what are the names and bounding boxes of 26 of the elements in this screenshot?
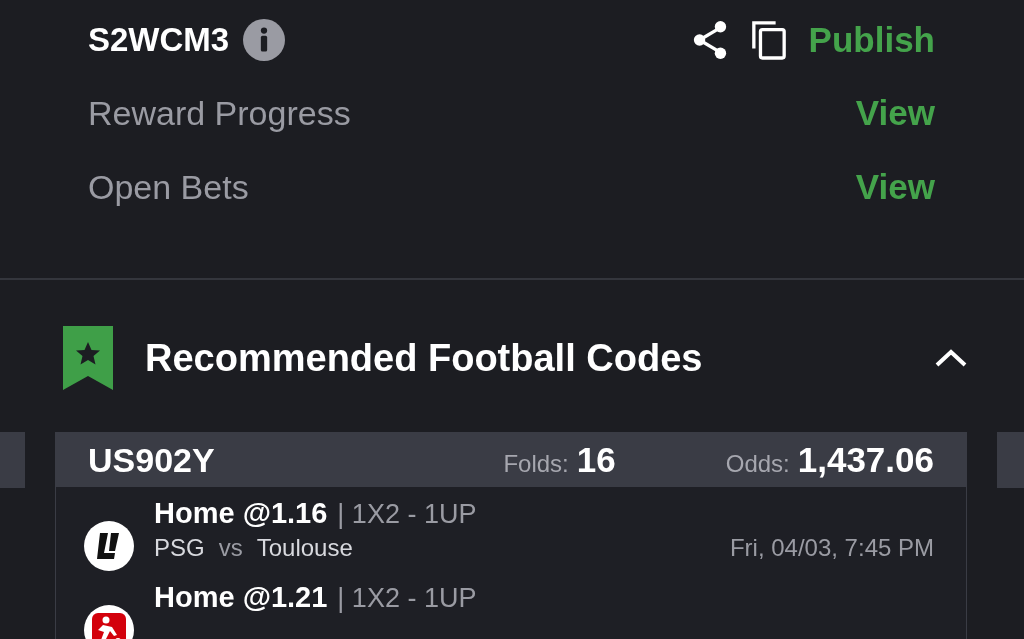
view-link[interactable]: View <box>855 93 935 133</box>
code-card[interactable]: US902Y Folds: 16 Odds: 1,437.06 Home @1.16 | 1X2 - 1UP PSG vs Toulouse Fri, 04/03, 7:45 PM Home @1.21 | 1X2 - 1UP <box>55 432 967 639</box>
match-time: Fri, 04/03, 7:45 PM <box>729 534 934 562</box>
booking-code: S2WCM3 <box>88 21 230 59</box>
chevron-icon[interactable] <box>934 348 968 368</box>
publish-button[interactable]: Publish <box>808 20 935 60</box>
folds-label: Folds: <box>503 450 569 478</box>
team-name: PSG <box>154 534 205 562</box>
copy-icon[interactable] <box>750 19 787 61</box>
market-text: | 1X2 - 1UP <box>337 583 477 614</box>
section-title: Recommended Football Codes <box>145 336 704 380</box>
folds-value: 16 <box>576 440 616 480</box>
pick-text: Home @1.21 <box>154 581 328 614</box>
market-text: | 1X2 - 1UP <box>337 499 477 530</box>
pick-text: Home @1.16 <box>154 497 328 530</box>
team-name: Toulouse <box>256 534 353 562</box>
menu-label: Open Bets <box>88 167 249 207</box>
odds-value: 1,437.06 <box>797 440 934 480</box>
bookmark-star-icon <box>61 326 115 390</box>
view-link[interactable]: View <box>855 167 935 207</box>
versus-text: vs <box>218 534 243 562</box>
odds-label: Odds: <box>725 450 790 478</box>
menu-label: Reward Progress <box>88 93 351 133</box>
league-logo-icon <box>84 521 134 571</box>
card-code: US902Y <box>88 440 216 480</box>
info-icon[interactable] <box>243 19 286 61</box>
